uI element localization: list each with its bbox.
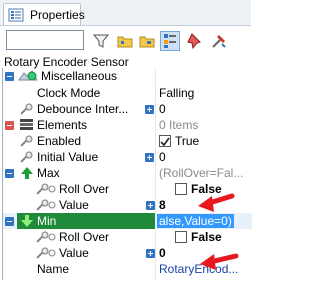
red-arrow-annotation — [200, 253, 239, 270]
red-arrow-annotation — [198, 193, 235, 212]
annotation-layer — [198, 193, 239, 270]
grid-footer — [0, 280, 251, 300]
